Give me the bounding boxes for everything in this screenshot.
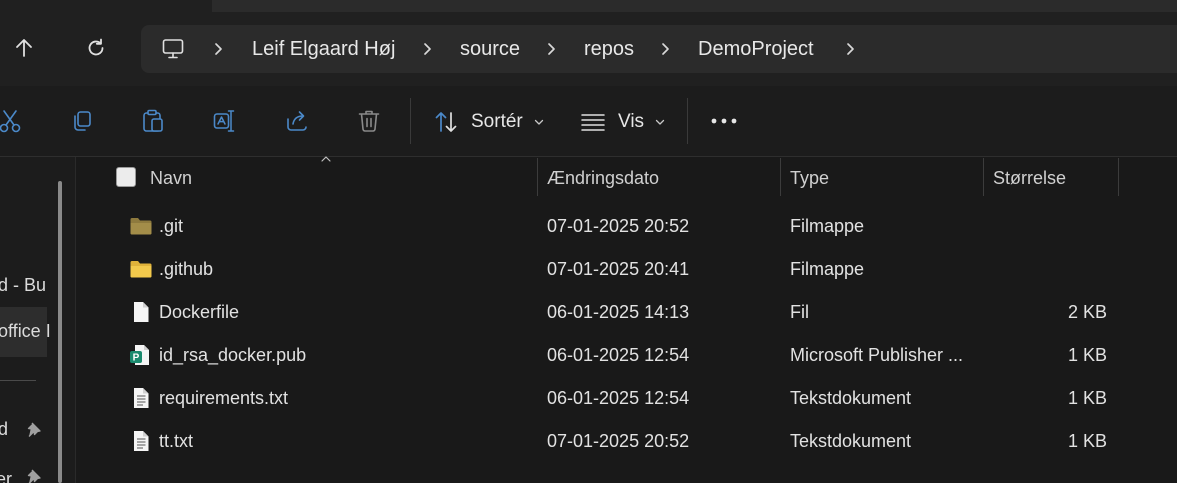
clipboard-icon	[143, 109, 163, 132]
file-size: 2 KB	[1067, 302, 1107, 322]
navigation-pane: d - Bu office I d er	[0, 157, 76, 483]
file-size	[1027, 248, 1107, 291]
refresh-icon	[88, 38, 104, 56]
chevron-right-icon[interactable]	[543, 41, 559, 57]
file-type: Tekstdokument	[790, 431, 912, 451]
scissors-icon	[0, 110, 21, 133]
cut-button[interactable]	[0, 103, 28, 139]
computer-icon	[162, 39, 184, 59]
folder-dim-icon	[129, 214, 153, 238]
rename-button[interactable]	[207, 103, 243, 139]
publisher-icon: P	[129, 343, 153, 367]
file-name: tt.txt	[159, 431, 194, 451]
paste-button[interactable]	[135, 103, 171, 139]
column-divider[interactable]	[983, 158, 984, 196]
toolbar-divider	[687, 98, 688, 144]
window-top-strip	[0, 0, 1177, 12]
sidebar-divider	[0, 380, 36, 381]
file-size	[1027, 205, 1107, 248]
file-name: requirements.txt	[159, 388, 289, 408]
column-header-size[interactable]: Størrelse	[993, 158, 1066, 198]
file-date: 07-01-2025 20:41	[547, 259, 690, 279]
copy-icon	[74, 111, 91, 131]
pin-icon[interactable]	[26, 468, 42, 483]
folder-icon	[129, 257, 153, 281]
column-header-date[interactable]: Ændringsdato	[547, 158, 659, 198]
text-file-icon	[129, 429, 153, 453]
column-divider[interactable]	[1118, 158, 1119, 196]
view-button[interactable]: Vis	[580, 100, 666, 144]
view-label: Vis	[618, 111, 645, 132]
breadcrumb-item-demoproject[interactable]: DemoProject	[698, 25, 814, 73]
chevron-down-icon	[655, 119, 665, 125]
chevron-right-icon[interactable]	[657, 41, 673, 57]
more-options-button[interactable]	[705, 103, 743, 139]
file-name: .github	[159, 259, 214, 279]
chevron-down-icon	[534, 119, 543, 125]
file-type: Microsoft Publisher ...	[790, 345, 964, 365]
file-type: Filmappe	[790, 216, 865, 236]
more-icon	[711, 118, 737, 124]
address-bar[interactable]: Leif Elgaard Høj source repos DemoProjec…	[141, 25, 1177, 73]
file-name: .git	[159, 216, 184, 236]
sidebar-item-label[interactable]: d - Bu	[0, 275, 46, 296]
breadcrumb-item-source[interactable]: source	[460, 25, 520, 73]
view-list-icon	[581, 114, 605, 131]
sort-button[interactable]: Sortér	[433, 100, 545, 144]
copy-button[interactable]	[64, 103, 100, 139]
share-icon	[287, 111, 307, 131]
column-header-name[interactable]: Navn	[150, 158, 192, 198]
breadcrumb-item-repos[interactable]: repos	[584, 25, 634, 73]
text-file-icon	[129, 386, 153, 410]
rename-icon	[213, 110, 235, 132]
up-button[interactable]	[2, 24, 46, 72]
file-date: 07-01-2025 20:52	[547, 216, 690, 236]
sort-ascending-icon	[321, 156, 331, 162]
sidebar-item-label: office I	[0, 321, 51, 341]
file-date: 06-01-2025 12:54	[547, 345, 690, 365]
file-type: Tekstdokument	[790, 388, 912, 408]
file-date: 06-01-2025 12:54	[547, 388, 690, 408]
select-all-checkbox[interactable]	[116, 167, 136, 187]
pin-icon[interactable]	[26, 421, 42, 437]
tab-strip	[212, 0, 1177, 12]
file-icon	[129, 300, 153, 324]
toolbar-divider	[410, 98, 411, 144]
file-name: Dockerfile	[159, 302, 240, 322]
sidebar-item-label[interactable]: d	[0, 419, 8, 440]
file-type: Fil	[790, 302, 809, 322]
breadcrumb-item-user[interactable]: Leif Elgaard Høj	[252, 25, 395, 73]
file-name: id_rsa_docker.pub	[159, 345, 307, 365]
sidebar-item-label[interactable]: er	[0, 469, 12, 483]
delete-button[interactable]	[351, 103, 387, 139]
file-size: 1 KB	[1067, 431, 1107, 451]
file-type: Filmappe	[790, 259, 865, 279]
chevron-right-icon[interactable]	[842, 41, 858, 57]
chevron-right-icon[interactable]	[210, 41, 226, 57]
file-size: 1 KB	[1067, 345, 1107, 365]
svg-text:P: P	[133, 353, 140, 364]
file-date: 07-01-2025 20:52	[547, 431, 690, 451]
file-date: 06-01-2025 14:13	[547, 302, 690, 322]
chevron-right-icon[interactable]	[419, 41, 435, 57]
column-divider[interactable]	[780, 158, 781, 196]
arrow-up-icon	[16, 39, 32, 57]
file-size: 1 KB	[1067, 388, 1107, 408]
column-header-type[interactable]: Type	[790, 158, 829, 198]
share-button[interactable]	[279, 103, 315, 139]
sidebar-scrollbar[interactable]	[58, 181, 62, 483]
sort-icon	[435, 112, 457, 132]
trash-icon	[358, 110, 380, 132]
column-divider[interactable]	[537, 158, 538, 196]
sidebar-item-selected[interactable]: office I	[0, 307, 51, 357]
sort-label: Sortér	[471, 111, 523, 132]
refresh-button[interactable]	[74, 24, 118, 72]
